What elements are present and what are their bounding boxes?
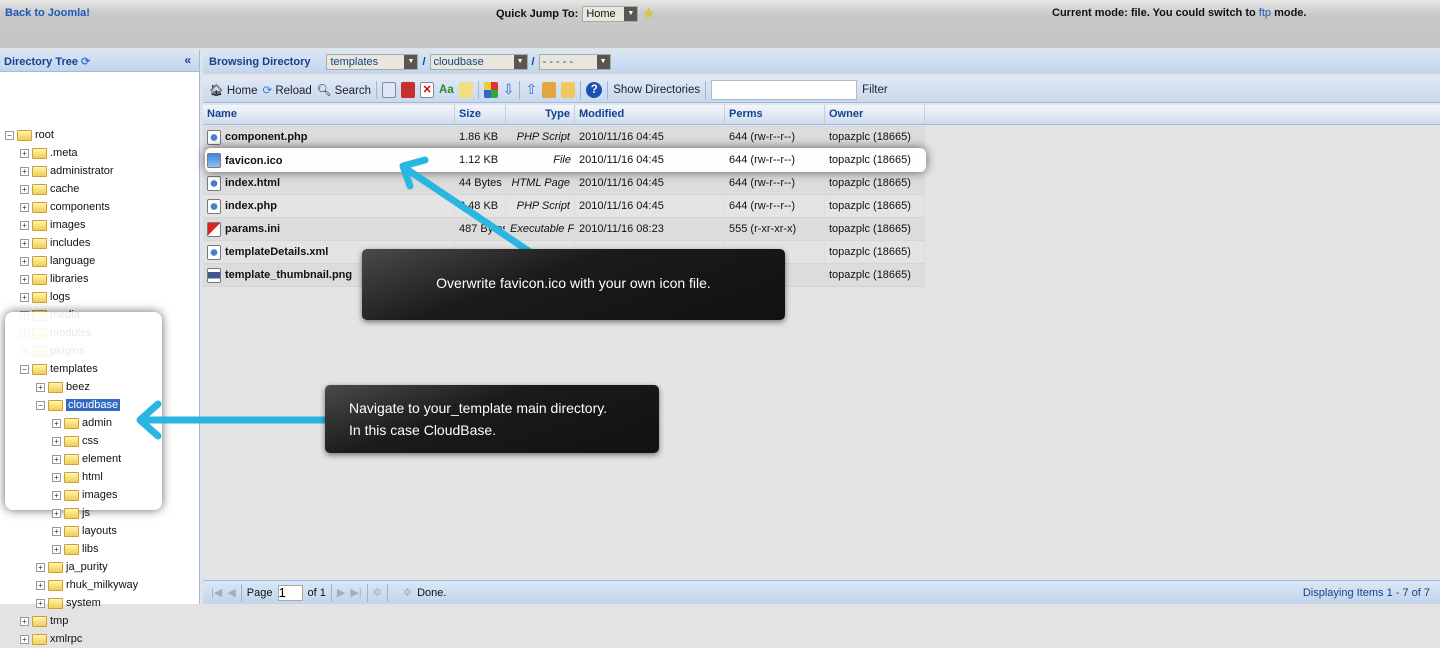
folder-icon <box>64 471 79 483</box>
callout-directory: Navigate to your_template main directory… <box>325 385 659 453</box>
folder-icon <box>32 615 47 627</box>
folder-icon <box>64 453 79 465</box>
expand-icon[interactable]: + <box>20 634 29 644</box>
folder-icon <box>64 543 79 555</box>
expand-icon[interactable]: + <box>52 508 61 518</box>
callout-directory-line1: Navigate to your_template main directory… <box>349 400 608 416</box>
cell-name: favicon.ico <box>203 149 455 172</box>
arrow-to-favicon <box>401 164 549 266</box>
cell-size: 1.12 KB <box>459 154 499 166</box>
tree-node[interactable]: + element <box>52 450 121 468</box>
tree-node[interactable]: + js <box>52 504 90 522</box>
tree-node-label: xmlrpc <box>50 633 83 645</box>
expand-icon[interactable]: + <box>52 490 61 500</box>
expand-icon[interactable]: + <box>52 436 61 446</box>
file-name: favicon.ico <box>225 154 283 167</box>
tree-node-label: layouts <box>82 525 117 537</box>
collapse-icon[interactable]: − <box>36 400 45 410</box>
tree-node[interactable]: + css <box>52 432 99 450</box>
tree-node-label: images <box>82 489 118 501</box>
folder-icon <box>64 489 79 501</box>
file-row[interactable]: favicon.ico 1.12 KB File 2010/11/16 04:45 64… <box>203 149 925 172</box>
expand-icon[interactable]: + <box>52 526 61 536</box>
folder-icon <box>48 399 63 411</box>
tree-node[interactable]: + tmp <box>20 612 68 630</box>
tree-node[interactable]: + layouts <box>52 522 117 540</box>
tree-node[interactable]: + xmlrpc <box>20 630 82 648</box>
callout-directory-line2: In this case CloudBase. <box>349 422 497 438</box>
tree-node[interactable]: − cloudbase <box>36 396 121 414</box>
tree-node[interactable]: + beez <box>36 378 90 396</box>
expand-icon[interactable]: + <box>52 472 61 482</box>
tree-node[interactable]: + html <box>52 468 103 486</box>
tree-node-label: admin <box>82 417 112 429</box>
folder-icon <box>64 507 79 519</box>
tree-node-label: cloudbase <box>66 399 121 411</box>
expand-icon[interactable]: + <box>20 616 29 626</box>
folder-icon <box>32 363 47 375</box>
tree-node[interactable]: + libs <box>52 540 99 558</box>
tree-node[interactable]: + admin <box>52 414 112 432</box>
collapse-icon[interactable]: − <box>20 364 29 374</box>
folder-icon <box>64 435 79 447</box>
folder-icon <box>48 381 63 393</box>
cell-modified: 2010/11/16 04:45 <box>579 154 664 166</box>
tree-node[interactable]: + images <box>52 486 117 504</box>
tree-node-label: html <box>82 471 103 483</box>
tree-node-label: element <box>82 453 122 465</box>
expand-icon[interactable]: + <box>52 454 61 464</box>
tree-node[interactable]: − templates <box>20 360 98 378</box>
tree-node-label: libs <box>82 543 99 555</box>
tree-node-label: templates <box>50 363 98 375</box>
folder-icon <box>32 633 47 645</box>
expand-icon[interactable]: + <box>52 418 61 428</box>
tree-node-label: css <box>82 435 99 447</box>
callout-file: Overwrite favicon.ico with your own icon… <box>362 249 785 320</box>
ico-file-icon <box>207 153 221 168</box>
folder-icon <box>64 525 79 537</box>
cell-owner: topazplc (18665) <box>829 154 911 166</box>
tree-node-label: beez <box>66 381 90 393</box>
tree-node-label: js <box>82 507 90 519</box>
cell-perms: 644 (rw-r--r--) <box>729 154 795 166</box>
expand-icon[interactable]: + <box>36 382 45 392</box>
folder-icon <box>64 417 79 429</box>
expand-icon[interactable]: + <box>52 544 61 554</box>
tree-node-label: tmp <box>50 615 69 627</box>
cell-type: File <box>553 154 571 166</box>
